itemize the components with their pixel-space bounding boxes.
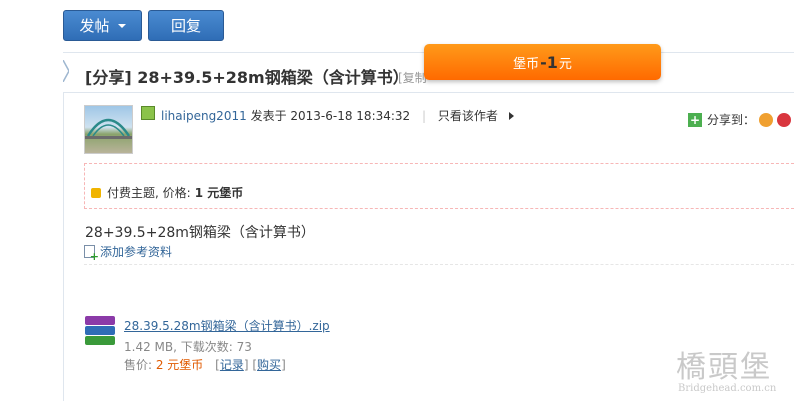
share-bar: + 分享到：: [688, 111, 792, 128]
qzone-share-icon[interactable]: [759, 112, 774, 127]
paid-notice-price: 1 元堡币: [194, 186, 244, 200]
avatar-image: [85, 118, 132, 139]
body-divider: [84, 264, 794, 265]
reply-button[interactable]: 回复: [148, 10, 224, 41]
post-time: 发表于 2013-6-18 18:34:32: [250, 109, 411, 123]
thread-title: [分享] 28+39.5+28m钢箱梁（含计算书）: [85, 68, 409, 87]
post-meta: lihaipeng2011 发表于 2013-6-18 18:34:32 | 只…: [161, 107, 514, 124]
left-divider: [63, 93, 64, 401]
promo-prefix: 堡币: [513, 56, 540, 72]
promo-value: -1: [540, 52, 558, 72]
price-value: 2 元堡币: [155, 358, 204, 372]
attachment-link[interactable]: 28.39.5.28m钢箱梁（含计算书）.zip: [124, 317, 330, 334]
record-bracket-close: ]: [243, 358, 249, 372]
add-reference-link[interactable]: 添加参考资料: [84, 243, 173, 262]
avatar[interactable]: [84, 105, 133, 154]
record-link[interactable]: 记录: [220, 358, 244, 372]
price-label: 售价:: [124, 358, 156, 372]
weibo-share-icon[interactable]: [777, 112, 792, 127]
attachment-price-row: 售价: 2 元堡币 [记录] [购买]: [124, 356, 286, 373]
lock-icon: [91, 187, 101, 198]
reply-button-label: 回复: [170, 17, 201, 35]
paid-notice: 付费主题, 价格: 1 元堡币: [91, 184, 247, 201]
post-button-label: 发帖: [79, 17, 110, 35]
username-link[interactable]: lihaipeng2011: [161, 109, 247, 123]
buy-bracket-close: ]: [281, 358, 286, 372]
triangle-right-icon: [508, 112, 514, 120]
promo-suffix: 元: [558, 56, 572, 72]
copy-link[interactable]: [复制: [398, 69, 427, 86]
post-button[interactable]: 发帖: [63, 10, 142, 41]
watermark-url: Bridgehead.com.cn: [678, 383, 777, 394]
share-label: 分享到：: [707, 113, 756, 127]
meta-separator: |: [422, 109, 427, 123]
chevron-down-icon: [117, 23, 126, 28]
coin-promo-banner: 堡币 -1 元: [424, 44, 661, 80]
add-reference-label: 添加参考资料: [100, 245, 173, 259]
user-icon: [141, 106, 155, 120]
watermark-logo: 橋頭堡: [676, 350, 772, 385]
header-divider: [63, 92, 794, 93]
add-document-icon: [84, 245, 99, 262]
paid-notice-prefix: 付费主题, 价格:: [107, 186, 191, 200]
post-body: 28+39.5+28m钢箱梁（含计算书）: [85, 225, 315, 241]
plus-icon[interactable]: +: [688, 112, 702, 127]
attachment-meta: 1.42 MB, 下载次数: 73: [124, 340, 252, 354]
buy-link[interactable]: 购买: [257, 358, 281, 372]
author-only-link[interactable]: 只看该作者: [438, 109, 498, 123]
header-chevron-icon: [63, 60, 69, 82]
archive-file-icon: [85, 316, 115, 346]
